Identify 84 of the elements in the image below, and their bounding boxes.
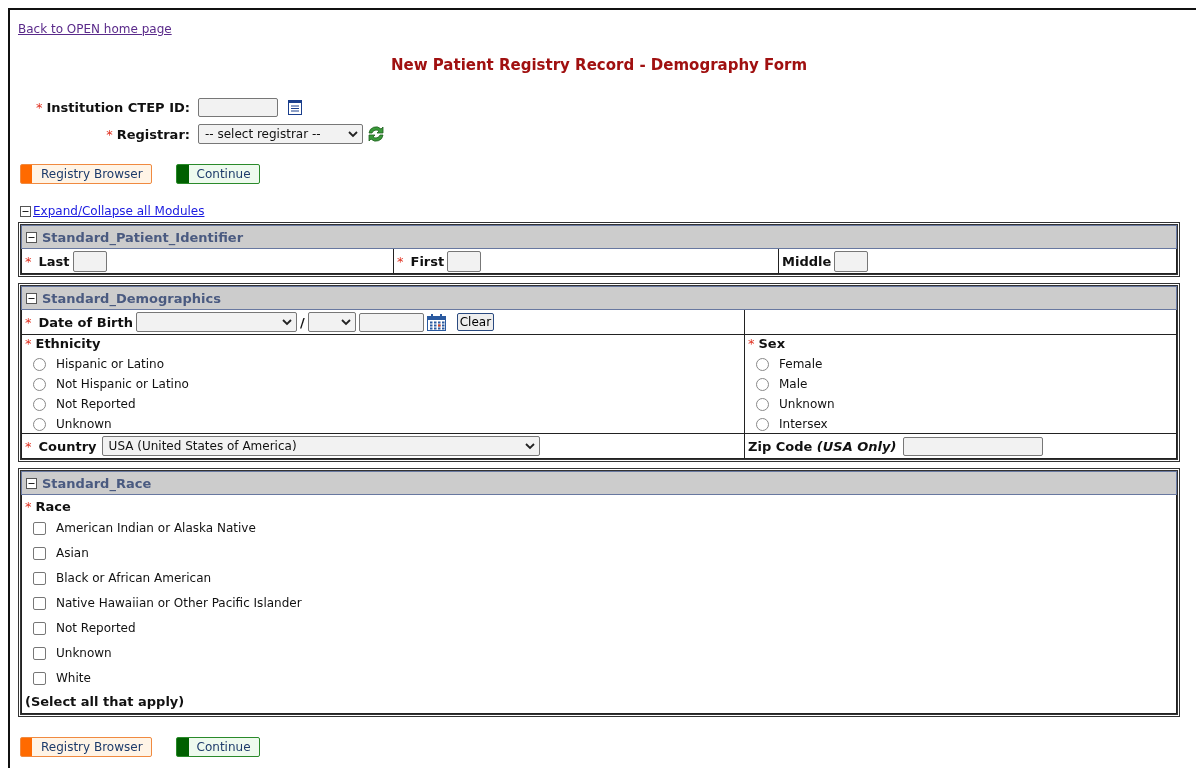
chevron-icon (282, 318, 292, 326)
required-asterisk: * (397, 253, 404, 269)
calendar-icon[interactable] (426, 313, 446, 331)
option-label: Unknown (56, 646, 112, 660)
option-label: White (56, 671, 91, 685)
text-field[interactable] (447, 250, 482, 272)
collapse-icon[interactable] (26, 292, 37, 304)
field-label: Middle (782, 253, 832, 269)
option-label: Unknown (779, 397, 835, 411)
hint-text: (Select all that apply) (25, 694, 186, 709)
radio-button[interactable] (756, 357, 769, 371)
option-label: Not Hispanic or Latino (56, 377, 189, 391)
text-field[interactable] (198, 98, 278, 117)
field-label: First (410, 253, 445, 269)
field-label: Race (35, 499, 71, 514)
required-asterisk: * (25, 253, 32, 269)
required-asterisk: * (748, 336, 755, 351)
collapse-icon[interactable] (26, 477, 37, 489)
required-asterisk: * (25, 314, 32, 330)
field-label: Zip Code (USA Only) (748, 438, 897, 454)
registrar-dropdown[interactable]: -- select registrar -- (198, 124, 363, 144)
back-link[interactable]: Back to OPEN home page (18, 22, 172, 36)
checkbox[interactable] (33, 621, 46, 635)
expand-collapse-link[interactable]: Expand/Collapse all Modules (33, 204, 205, 218)
option-label: Native Hawaiian or Other Pacific Islander (56, 596, 302, 610)
option-label: American Indian or Alaska Native (56, 521, 256, 535)
text-field[interactable] (903, 436, 1044, 456)
required-asterisk: * (35, 100, 43, 115)
chevron-icon (348, 130, 358, 138)
radio-button[interactable] (756, 417, 769, 431)
radio-button[interactable] (756, 397, 769, 411)
day-dropdown[interactable] (307, 312, 356, 332)
chevron-icon (340, 318, 351, 326)
chevron-icon (524, 442, 535, 450)
radio-button[interactable] (33, 357, 46, 371)
year-field[interactable] (358, 312, 424, 332)
module-title[interactable]: Standard_Demographics (42, 290, 221, 306)
radio-button[interactable] (756, 377, 769, 391)
field-label: Country (38, 438, 97, 454)
checkbox[interactable] (33, 596, 46, 610)
option-label: Black or African American (56, 571, 212, 585)
field-label: Ethnicity (35, 336, 101, 351)
radio-button[interactable] (33, 417, 46, 431)
module-title[interactable]: Standard_Race (42, 475, 152, 491)
option-label: Not Reported (56, 397, 136, 411)
country-dropdown[interactable]: USA (United States of America) (101, 436, 540, 456)
option-label: Female (779, 357, 823, 371)
field-label: Registrar: (116, 126, 190, 142)
field-label: Date of Birth (38, 314, 133, 330)
radio-button[interactable] (33, 397, 46, 411)
checkbox[interactable] (33, 571, 46, 585)
text-field[interactable] (834, 250, 869, 272)
field-label: Institution CTEP ID: (46, 100, 190, 115)
checkbox[interactable] (33, 521, 46, 535)
field-label: Sex (758, 336, 786, 351)
option-label: Unknown (56, 417, 112, 431)
collapse-icon[interactable] (20, 205, 31, 217)
checkbox[interactable] (33, 646, 46, 660)
continue-button[interactable]: Continue (175, 737, 260, 757)
module-title[interactable]: Standard_Patient_Identifier (42, 229, 244, 245)
required-asterisk: * (106, 126, 113, 142)
option-label: Male (779, 377, 808, 391)
required-asterisk: * (25, 438, 32, 454)
required-asterisk: * (25, 499, 32, 514)
checkbox[interactable] (33, 671, 46, 685)
option-label: Hispanic or Latino (56, 357, 165, 371)
clear-button[interactable]: Clear (456, 313, 495, 331)
option-label: Intersex (779, 417, 828, 431)
page-title: New Patient Registry Record - Demography Form (389, 56, 809, 74)
collapse-icon[interactable] (26, 231, 37, 243)
required-asterisk: * (25, 336, 32, 351)
date-separator: / (300, 314, 305, 330)
continue-button[interactable]: Continue (175, 164, 260, 184)
refresh-icon[interactable] (366, 124, 386, 144)
field-label: Last (38, 253, 70, 269)
month-dropdown[interactable] (136, 312, 297, 332)
radio-button[interactable] (33, 377, 46, 391)
registry-browser-button[interactable]: Registry Browser (20, 164, 152, 184)
registry-browser-button[interactable]: Registry Browser (20, 737, 152, 757)
text-field[interactable] (72, 250, 107, 272)
option-label: Asian (56, 546, 89, 560)
option-label: Not Reported (56, 621, 136, 635)
checkbox[interactable] (33, 546, 46, 560)
list-icon[interactable] (288, 100, 302, 115)
